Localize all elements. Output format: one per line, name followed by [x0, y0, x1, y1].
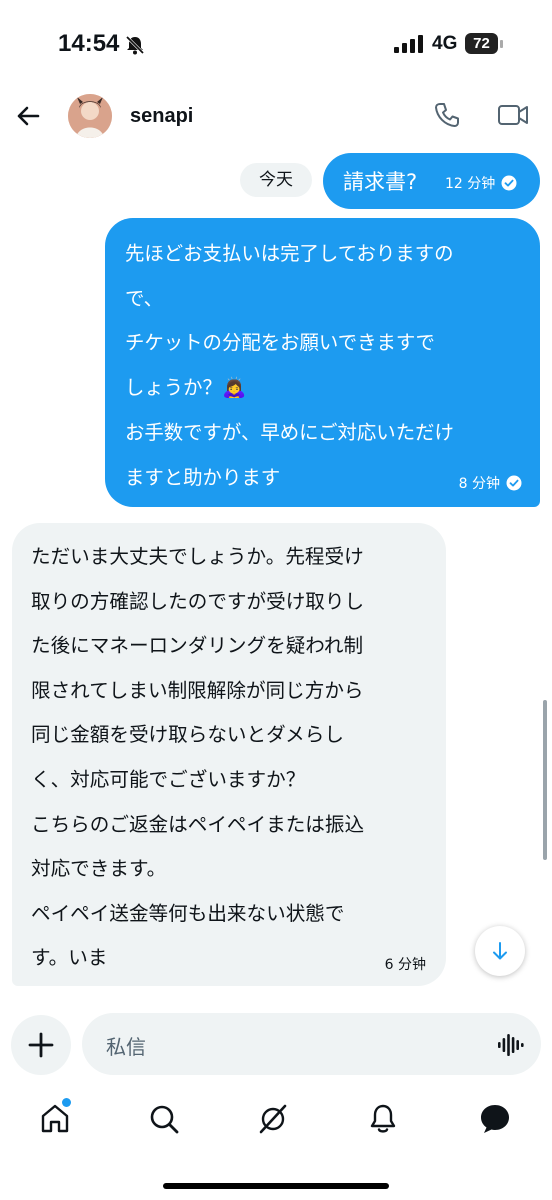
search-icon[interactable] [147, 1102, 181, 1136]
message-line: ただいま大丈夫でしょうか。先程受け [31, 545, 364, 568]
message-line: 取りの方確認したのですが受け取りし [31, 589, 365, 613]
message-line: 限されてしまい制限解除が同じ方から [31, 678, 364, 702]
outgoing-message[interactable]: 先ほどお支払いは完了しておりますの で、 チケットの分配をお願いできますで しょ… [105, 218, 540, 507]
network-type: 4G [432, 33, 458, 54]
date-separator: 今天 [240, 163, 312, 197]
phone-call-icon[interactable] [432, 100, 462, 130]
read-check-icon [506, 475, 522, 491]
add-attachment-button[interactable] [11, 1015, 71, 1075]
video-call-icon[interactable] [497, 101, 529, 129]
message-meta: 8 分钟 [459, 473, 522, 493]
message-line: で、 [125, 286, 164, 310]
voice-message-icon[interactable] [498, 1033, 524, 1057]
message-text: 先ほどお支払いは完了しておりますの で、 チケットの分配をお願いできますで しょ… [125, 232, 454, 500]
outgoing-message[interactable]: 請求書? 12 分钟 [323, 153, 540, 209]
conversation-username[interactable]: senapi [130, 105, 193, 128]
home-new-content-indicator [62, 1098, 71, 1107]
message-line: す。いま [31, 946, 108, 970]
status-time: 14:54 [58, 30, 120, 57]
message-line: しょうか？🙇‍♀️ [125, 376, 247, 400]
home-icon[interactable] [38, 1102, 72, 1136]
message-input[interactable]: 私信 [82, 1013, 541, 1075]
bottom-tab-bar [0, 1090, 552, 1150]
message-line: 対応できます。 [31, 857, 167, 881]
message-line: ペイペイ送金等何も出来ない状態で [31, 901, 345, 925]
battery-icon: 72 [465, 32, 505, 56]
message-line: く、対応可能でございますか？ [31, 767, 306, 791]
muted-bell-icon [125, 35, 145, 55]
notifications-icon[interactable] [366, 1102, 400, 1136]
incoming-message[interactable]: ただいま大丈夫でしょうか。先程受け 取りの方確認したのですが受け取りし た後にマ… [12, 523, 446, 986]
read-check-icon [501, 175, 517, 191]
message-input-placeholder: 私信 [106, 1035, 146, 1059]
arrow-down-icon [493, 942, 507, 960]
cellular-signal-icon [394, 35, 423, 53]
message-line: お手数ですが、早めにご対応いただけ [125, 420, 454, 444]
scroll-to-bottom-button[interactable] [475, 926, 525, 976]
home-indicator [163, 1183, 389, 1189]
message-timestamp: 12 分钟 [445, 176, 496, 192]
grok-icon[interactable] [256, 1102, 290, 1136]
message-line: 同じ金額を受け取らないとダメらし [31, 723, 344, 747]
status-bar: 14:54 4G 72 [0, 0, 552, 92]
plus-icon [28, 1032, 54, 1058]
message-text: ただいま大丈夫でしょうか。先程受け 取りの方確認したのですが受け取りし た後にマ… [31, 535, 364, 981]
message-line: ますと助かります [125, 465, 281, 489]
message-text: 請求書? [343, 170, 418, 194]
message-line: 先ほどお支払いは完了しておりますの [125, 242, 454, 265]
back-arrow-icon[interactable] [14, 102, 42, 130]
messages-icon[interactable] [478, 1102, 512, 1136]
message-line: た後にマネーロンダリングを疑われ制 [31, 634, 364, 658]
message-timestamp: 6 分钟 [384, 957, 426, 973]
conversation-header: senapi [0, 92, 552, 142]
message-timestamp: 8 分钟 [458, 476, 500, 492]
message-line: こちらのご返金はペイペイまたは振込 [31, 812, 365, 836]
scrollbar[interactable] [543, 700, 547, 860]
battery-level: 72 [465, 33, 498, 54]
message-meta: 12 分钟 [445, 173, 517, 193]
message-line: チケットの分配をお願いできますで [125, 331, 435, 355]
avatar[interactable] [68, 94, 112, 138]
